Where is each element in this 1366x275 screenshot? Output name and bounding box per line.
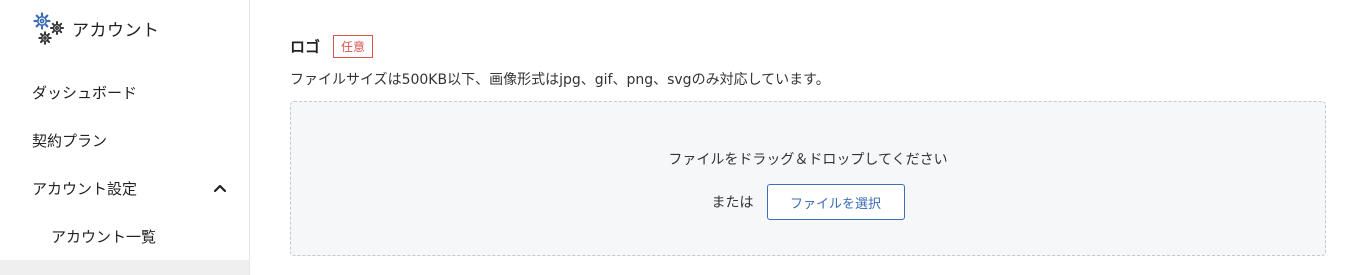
field-help-text: ファイルサイズは500KB以下、画像形式はjpg、gif、png、svgのみ対応… xyxy=(290,72,830,88)
dropzone-prompt: ファイルをドラッグ＆ドロップしてください xyxy=(668,152,948,168)
sidebar-item-label: アカウント設定 xyxy=(32,179,138,198)
or-label: または xyxy=(711,195,754,211)
sidebar-item-account-settings[interactable]: アカウント設定 xyxy=(0,168,249,208)
sidebar-brand[interactable]: アカウント xyxy=(32,11,160,45)
main-content: ロゴ 任意 ファイルサイズは500KB以下、画像形式はjpg、gif、png、s… xyxy=(250,0,1366,275)
app-root: アカウント ダッシュボード 契約プラン アカウント設定 アカウント一覧 ロゴ 任… xyxy=(0,0,1366,275)
brand-label: アカウント xyxy=(72,20,160,41)
sidebar-item-label: アカウント一覧 xyxy=(51,227,157,246)
field-title: ロゴ xyxy=(290,37,321,56)
logo-field-header: ロゴ 任意 xyxy=(290,34,374,58)
file-dropzone[interactable]: ファイルをドラッグ＆ドロップしてください または ファイルを選択 xyxy=(290,101,1326,256)
sidebar-item-account-list[interactable]: アカウント一覧 xyxy=(0,216,249,256)
optional-badge: 任意 xyxy=(333,34,374,58)
sidebar-item-plan[interactable]: 契約プラン xyxy=(0,120,249,160)
sidebar-item-label: ダッシュボード xyxy=(32,83,138,102)
sidebar-item-selected[interactable] xyxy=(0,260,249,275)
select-file-button[interactable]: ファイルを選択 xyxy=(766,184,905,220)
chevron-up-icon[interactable] xyxy=(213,181,227,195)
sidebar-item-label: 契約プラン xyxy=(32,131,108,150)
sidebar: アカウント ダッシュボード 契約プラン アカウント設定 アカウント一覧 xyxy=(0,0,250,275)
sidebar-item-dashboard[interactable]: ダッシュボード xyxy=(0,72,249,112)
gears-icon xyxy=(33,12,64,45)
dropzone-select-row: または ファイルを選択 xyxy=(291,184,1325,220)
